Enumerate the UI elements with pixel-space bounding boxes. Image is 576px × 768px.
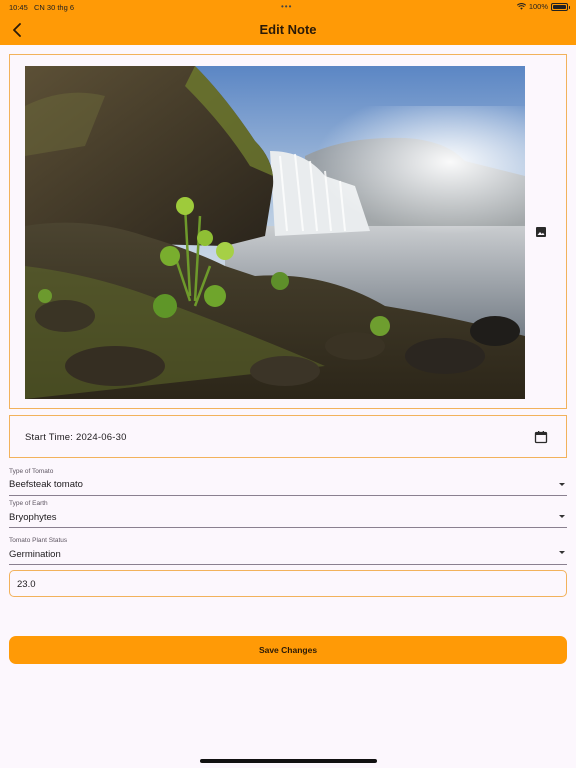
start-time-card[interactable]: Start Time: 2024-06-30 [9,415,567,458]
dropdown-arrow-icon [559,515,565,518]
earth-type-dropdown[interactable]: Type of Earth Bryophytes [9,498,567,528]
wifi-icon [516,3,526,10]
home-indicator [200,759,377,763]
app-bar: 10:45 CN 30 thg 6 ••• 100% Edit Note [0,0,576,45]
status-time: 10:45 [9,3,28,12]
dropdown-arrow-icon [559,551,565,554]
start-time-label: Start Time: 2024-06-30 [25,432,127,443]
page-title: Edit Note [259,22,317,37]
tomato-type-dropdown[interactable]: Type of Tomato Beefsteak tomato [9,466,567,496]
plant-status-dropdown[interactable]: Tomato Plant Status Germination [9,535,567,565]
battery-level [553,4,566,9]
image-icon[interactable] [534,225,548,239]
plant-status-value: Germination [9,549,61,560]
battery-icon [551,2,570,11]
value-input[interactable]: 23.0 [9,570,567,597]
multitasking-dots-icon: ••• [281,2,293,11]
earth-type-value: Bryophytes [9,512,57,523]
status-right: 100% [516,2,570,11]
image-card[interactable] [9,54,567,409]
value-input-text[interactable]: 23.0 [17,579,36,590]
save-changes-button[interactable]: Save Changes [9,636,567,664]
tomato-type-value: Beefsteak tomato [9,479,83,490]
dropdown-arrow-icon [559,483,565,486]
earth-type-caption: Type of Earth [9,500,48,507]
note-photo [25,66,525,399]
plant-status-caption: Tomato Plant Status [9,537,68,544]
status-bar: 10:45 CN 30 thg 6 ••• 100% [0,0,576,14]
status-date: CN 30 thg 6 [34,3,75,12]
tomato-type-caption: Type of Tomato [9,468,54,475]
battery-percent: 100% [528,2,548,11]
calendar-icon[interactable] [534,430,548,444]
